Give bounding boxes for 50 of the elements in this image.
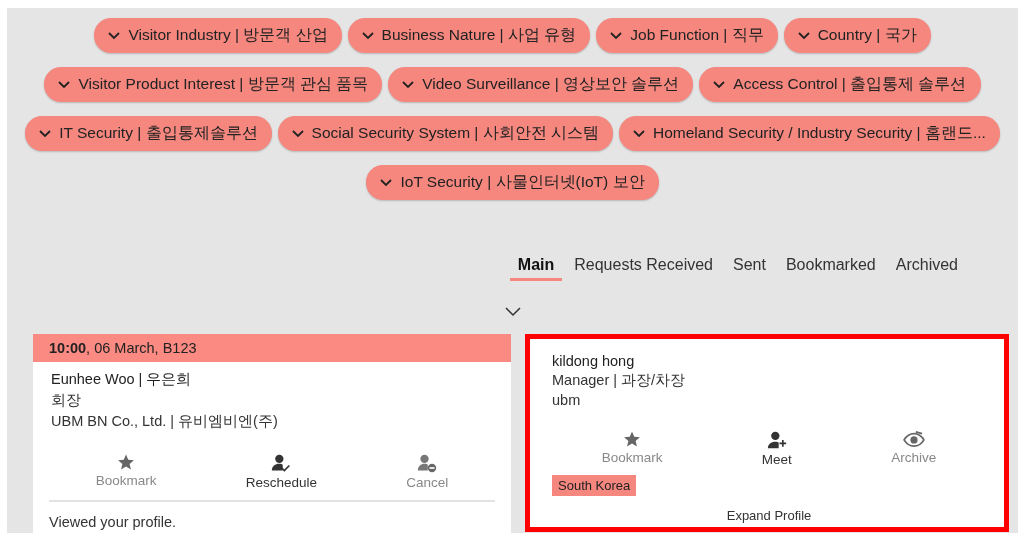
job-title: Manager | 과장/차장: [552, 371, 686, 390]
chevron-down-icon: [610, 31, 623, 40]
chevron-down-icon: [797, 31, 810, 40]
filter-dropdown[interactable]: Video Surveillance | 영상보안 솔루션: [388, 67, 694, 102]
tab[interactable]: Sent: [725, 250, 774, 281]
filter-dropdown[interactable]: Homeland Security / Industry Security | 홈랜드...: [619, 116, 1000, 151]
chevron-down-icon: [39, 129, 52, 138]
chevron-down-icon: [361, 31, 374, 40]
chevron-down-icon: [633, 129, 645, 138]
bookmark-button[interactable]: Bookmark: [581, 430, 683, 467]
tab[interactable]: Requests Received: [566, 250, 721, 281]
chevron-down-icon: [108, 31, 121, 40]
filter-dropdown[interactable]: IT Security | 출입통제솔루션: [25, 116, 272, 151]
reschedule-button[interactable]: Reschedule: [225, 453, 337, 490]
contact-name: Eunhee Woo | 우은희: [51, 370, 192, 389]
filter-dropdown[interactable]: Country | 국가: [783, 18, 931, 53]
chevron-down-icon[interactable]: [504, 307, 521, 317]
chevron-down-icon: [713, 80, 726, 89]
filter-dropdown[interactable]: Job Function | 직무: [596, 18, 778, 53]
cancel-button[interactable]: Cancel: [386, 453, 469, 490]
star-icon: [623, 430, 642, 448]
chevron-down-icon: [402, 80, 415, 89]
tab[interactable]: Main: [509, 250, 563, 281]
filter-dropdown[interactable]: Social Security System | 사회안전 시스템: [277, 116, 613, 151]
company-name: ubm: [552, 392, 581, 408]
person-minus-icon: [417, 453, 438, 473]
star-icon: [117, 453, 136, 471]
person-check-icon: [271, 453, 292, 473]
filter-dropdown[interactable]: Access Control | 출입통제 솔루션: [699, 67, 981, 102]
chevron-down-icon: [291, 129, 304, 138]
person-add-icon: [766, 430, 787, 450]
chevron-down-icon: [380, 178, 393, 187]
company-name: UBM BN Co., Ltd. | 유비엠비엔(주): [51, 412, 278, 431]
filter-dropdown[interactable]: Business Nature | 사업 유형: [347, 18, 591, 53]
filter-dropdown[interactable]: IoT Security | 사물인터넷(IoT) 보안: [366, 165, 659, 200]
contact-name: kildong hong: [552, 353, 635, 369]
country-tag: South Korea: [552, 475, 637, 496]
archive-button[interactable]: Archive: [871, 430, 957, 467]
chevron-down-icon: [58, 80, 71, 89]
tab[interactable]: Bookmarked: [777, 250, 884, 281]
expand-profile-link[interactable]: Expand Profile: [726, 508, 812, 523]
meet-button[interactable]: Meet: [741, 430, 812, 467]
bookmark-button[interactable]: Bookmark: [75, 453, 177, 490]
job-title: 회장: [51, 391, 81, 410]
filter-dropdown[interactable]: Visitor Industry | 방문객 산업: [94, 18, 342, 53]
eye-icon: [902, 430, 925, 448]
filter-dropdown[interactable]: Visitor Product Interest | 방문객 관심 품목: [44, 67, 383, 102]
meeting-header: 10:00, 06 March, B123: [33, 334, 511, 362]
activity-note: Viewed your profile.: [48, 513, 178, 532]
tab[interactable]: Archived: [887, 250, 966, 281]
